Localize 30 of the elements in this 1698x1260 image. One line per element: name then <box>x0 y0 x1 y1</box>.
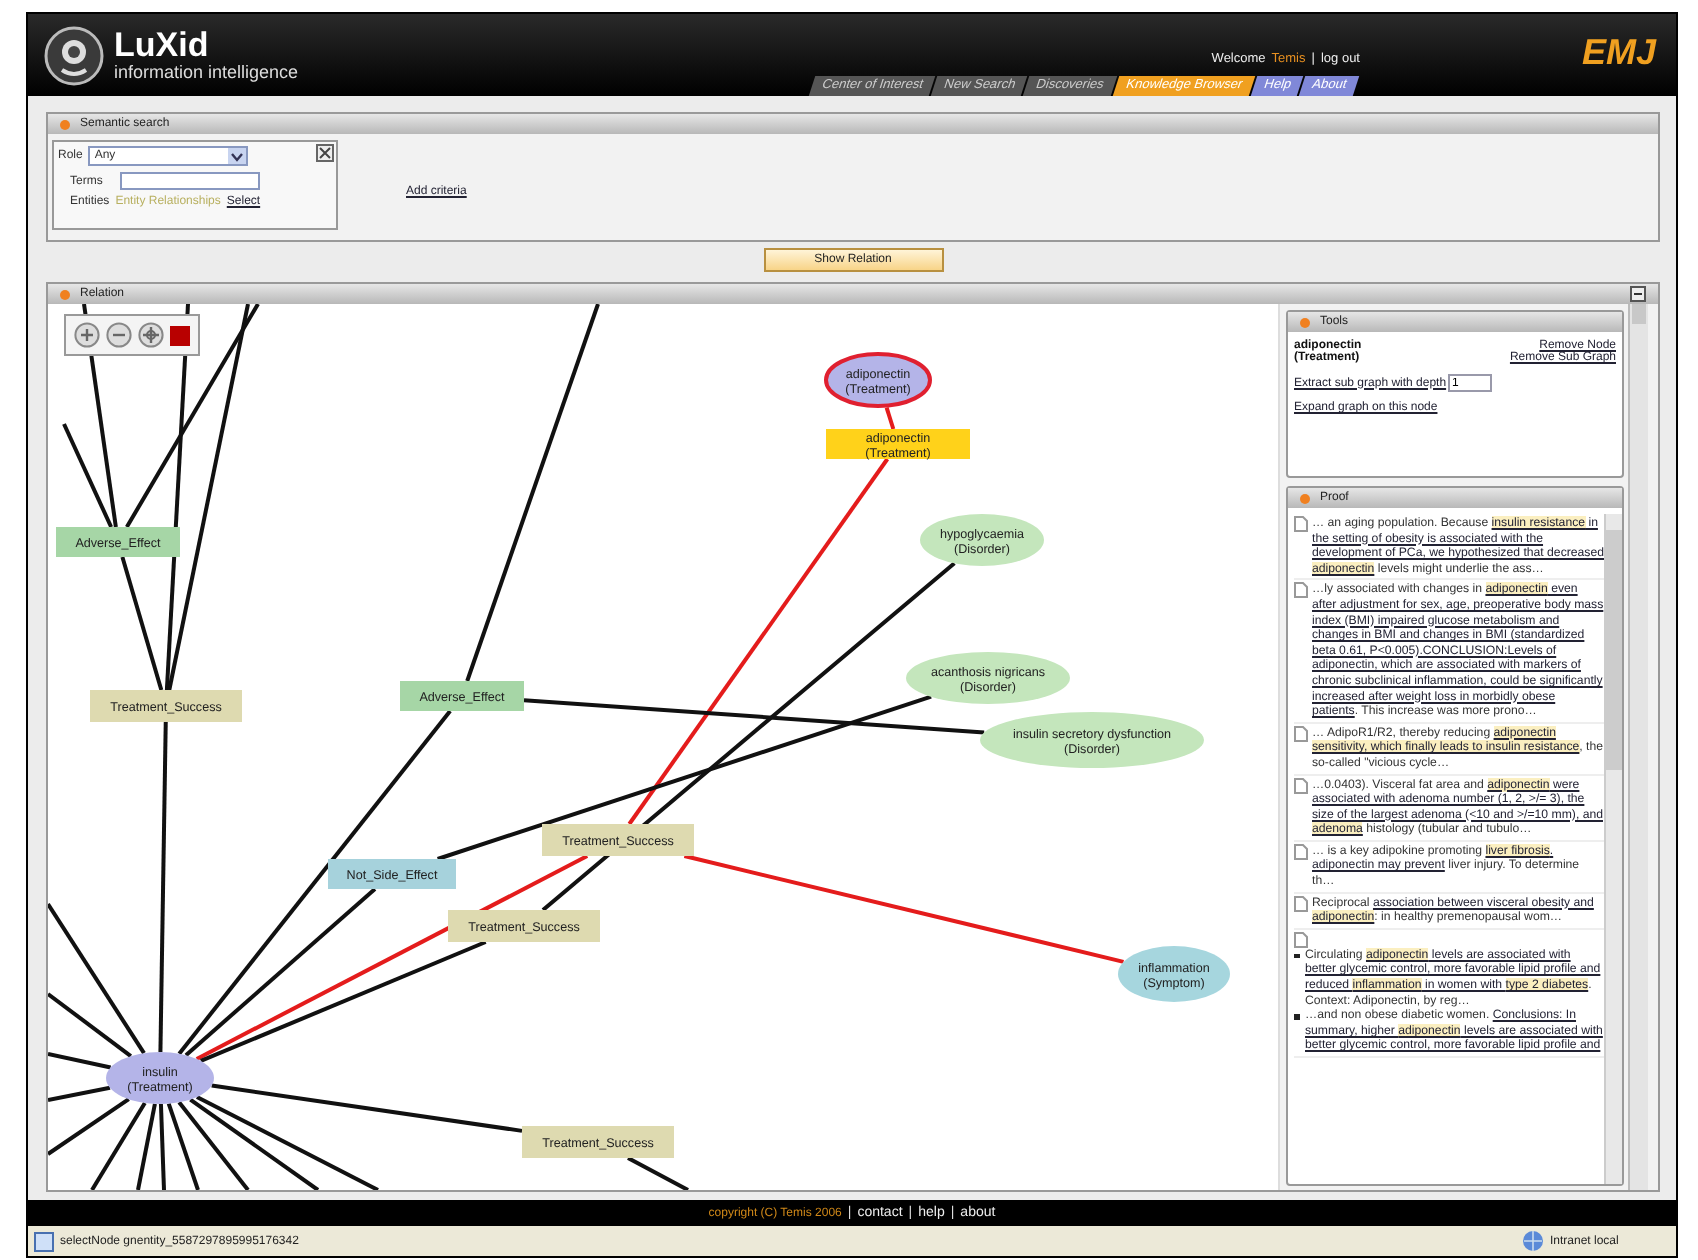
logo-tagline: information intelligence <box>114 64 299 82</box>
minimize-icon[interactable] <box>1630 286 1646 302</box>
bullet-icon <box>1294 953 1299 959</box>
bullet-icon <box>60 119 70 129</box>
page-icon <box>34 1231 54 1251</box>
scrollbar[interactable] <box>1604 514 1622 1184</box>
document-icon <box>1294 725 1308 742</box>
document-icon <box>1294 516 1308 532</box>
close-icon[interactable] <box>316 144 334 162</box>
scrollbar[interactable] <box>1628 304 1648 1190</box>
document-icon <box>1294 843 1308 860</box>
terms-field[interactable] <box>120 172 261 190</box>
zoom-out-icon[interactable] <box>106 322 132 348</box>
dropdown-arrow-icon[interactable] <box>228 148 247 164</box>
bullet-icon <box>60 289 70 299</box>
document-icon <box>1294 895 1308 912</box>
bullet-icon <box>1294 1014 1299 1020</box>
stop-icon[interactable] <box>170 325 190 345</box>
logo-name: LuXid <box>114 28 211 62</box>
logo-icon <box>44 25 104 85</box>
stub-edge-line <box>627 1156 689 1190</box>
document-icon <box>1294 777 1308 793</box>
pan-icon[interactable] <box>138 322 164 348</box>
document-icon <box>1294 931 1308 948</box>
globe-icon <box>1522 1230 1544 1252</box>
bullet-icon <box>1300 317 1310 327</box>
brand-logo: EMJ <box>1581 32 1656 74</box>
zoom-in-icon[interactable] <box>74 322 100 348</box>
bullet-icon <box>1300 493 1310 503</box>
document-icon <box>1294 582 1308 599</box>
